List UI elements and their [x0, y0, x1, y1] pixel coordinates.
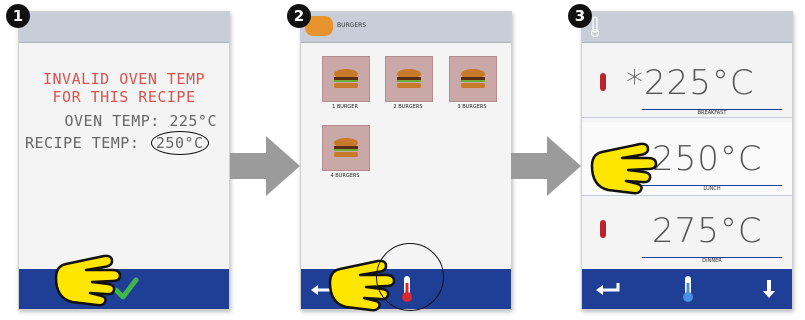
recipe-tile-label: 4 BURGERS — [330, 173, 360, 179]
burger-icon — [334, 138, 358, 157]
temp-option-label: BREAKFAST — [642, 109, 782, 116]
screen-invalid-temp: INVALID OVEN TEMP FOR THIS RECIPE OVEN T… — [18, 11, 230, 310]
burger-icon — [461, 69, 485, 88]
thermometer-icon[interactable] — [682, 275, 694, 303]
recipe-temp-value: 250°C — [150, 131, 209, 155]
burger-icon — [397, 69, 421, 88]
screen-header — [582, 12, 792, 43]
arrow-right-icon — [230, 136, 300, 196]
step-badge-1: 1 — [6, 4, 30, 28]
arrow-right-icon — [511, 136, 581, 196]
category-title: BURGERS — [337, 22, 367, 29]
pointing-hand-icon — [54, 254, 122, 307]
step-badge-3: 3 — [568, 4, 592, 28]
temp-option-row[interactable]: 275°C DINNER — [582, 199, 792, 272]
thermometer-icon — [600, 220, 606, 238]
step-badge-2: 2 — [287, 4, 311, 28]
recipe-tile[interactable] — [385, 56, 433, 102]
bottom-toolbar — [19, 269, 229, 309]
recipe-temp-label: RECIPE TEMP: — [25, 134, 140, 152]
error-message-line-1: INVALID OVEN TEMP — [42, 70, 206, 88]
burger-icon — [334, 69, 358, 88]
error-message-line-2: FOR THIS RECIPE — [52, 88, 196, 106]
back-arrow-icon[interactable] — [594, 281, 620, 297]
screen-header — [19, 12, 229, 43]
temp-option-value: *225°C — [626, 63, 755, 103]
pointing-hand-icon — [590, 142, 658, 195]
down-arrow-icon[interactable] — [762, 279, 776, 299]
bottom-toolbar — [582, 269, 792, 309]
temp-option-value: 275°C — [652, 211, 763, 251]
thermometer-icon — [600, 73, 606, 91]
recipe-tile-label: 2 BURGERS — [393, 104, 423, 110]
recipe-tile-label: 1 BURGER — [332, 104, 358, 110]
highlight-circle — [376, 243, 444, 311]
recipe-tile[interactable] — [322, 125, 370, 171]
screen-header: BURGERS — [301, 12, 511, 43]
temp-option-label: DINNER — [642, 257, 782, 264]
recipe-tile[interactable] — [449, 56, 497, 102]
recipe-tile[interactable] — [322, 56, 370, 102]
oven-temp-text: OVEN TEMP: 225°C — [64, 112, 217, 130]
temp-option-row[interactable]: *225°C BREAKFAST — [582, 44, 792, 118]
temp-option-label: LUNCH — [642, 185, 782, 192]
recipe-tile-label: 3 BURGERS — [457, 104, 487, 110]
temp-option-value: 250°C — [652, 139, 763, 179]
recipe-temp-row: RECIPE TEMP: 250°C — [19, 131, 229, 155]
